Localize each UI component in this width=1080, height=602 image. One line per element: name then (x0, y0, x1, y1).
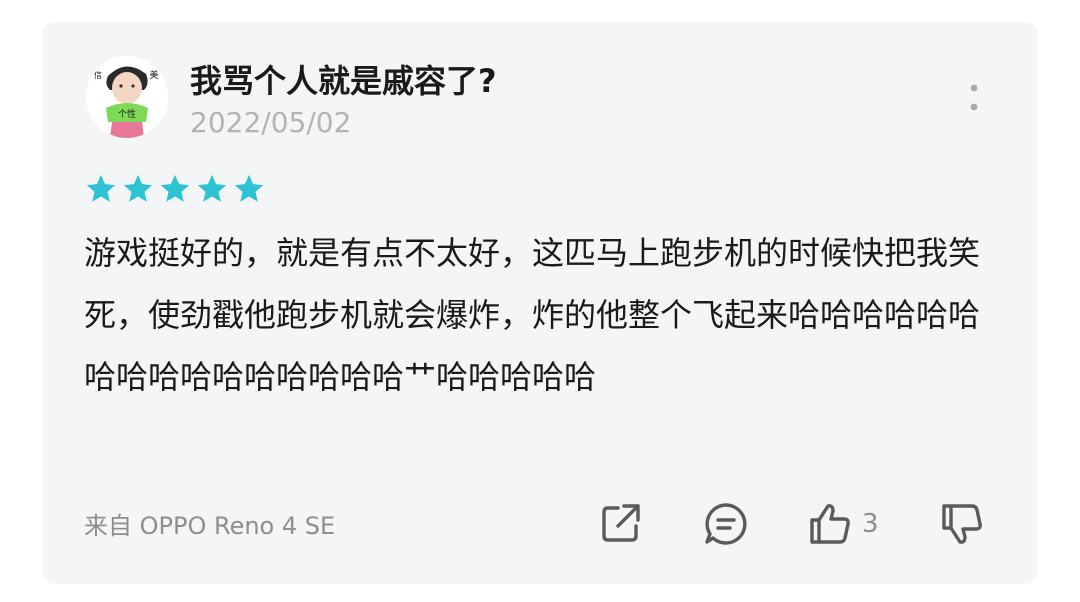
star-icon (197, 174, 227, 202)
avatar-side-text: 美 (149, 69, 158, 81)
review-date: 2022/05/02 (190, 106, 352, 139)
thumbs-up-icon (810, 504, 850, 544)
username[interactable]: 我骂个人就是戚容了? (190, 56, 497, 102)
device-source: 来自 OPPO Reno 4 SE (84, 512, 336, 540)
star-icon (86, 174, 116, 202)
review-text: 游戏挺好的，就是有点不太好，这匹马上跑步机的时候快把我笑死，使劲戳他跑步机就会爆… (84, 234, 981, 396)
dislike-button[interactable] (938, 500, 986, 548)
like-count: 3 (862, 509, 879, 539)
avatar[interactable]: 个性 美 信 (86, 56, 168, 138)
star-icon (160, 174, 190, 202)
comment-icon (705, 503, 747, 545)
avatar-side-text-left: 信 (94, 70, 102, 80)
comment-button[interactable] (702, 500, 750, 548)
avatar-image: 个性 美 信 (86, 56, 168, 138)
review-card: 个性 美 信 我骂个人就是戚容了? 2022/05/02 游戏挺好的，就是有点不… (42, 22, 1038, 584)
like-button[interactable]: 3 (806, 500, 879, 548)
thumbs-down-icon (942, 504, 982, 544)
star-rating (84, 172, 269, 206)
share-button[interactable] (596, 500, 644, 548)
avatar-shirt-text: 个性 (118, 108, 136, 120)
more-vertical-icon (970, 84, 978, 111)
star-icon (123, 174, 153, 202)
share-icon (602, 504, 640, 542)
more-options-button[interactable] (962, 82, 986, 118)
star-icon (234, 174, 264, 202)
